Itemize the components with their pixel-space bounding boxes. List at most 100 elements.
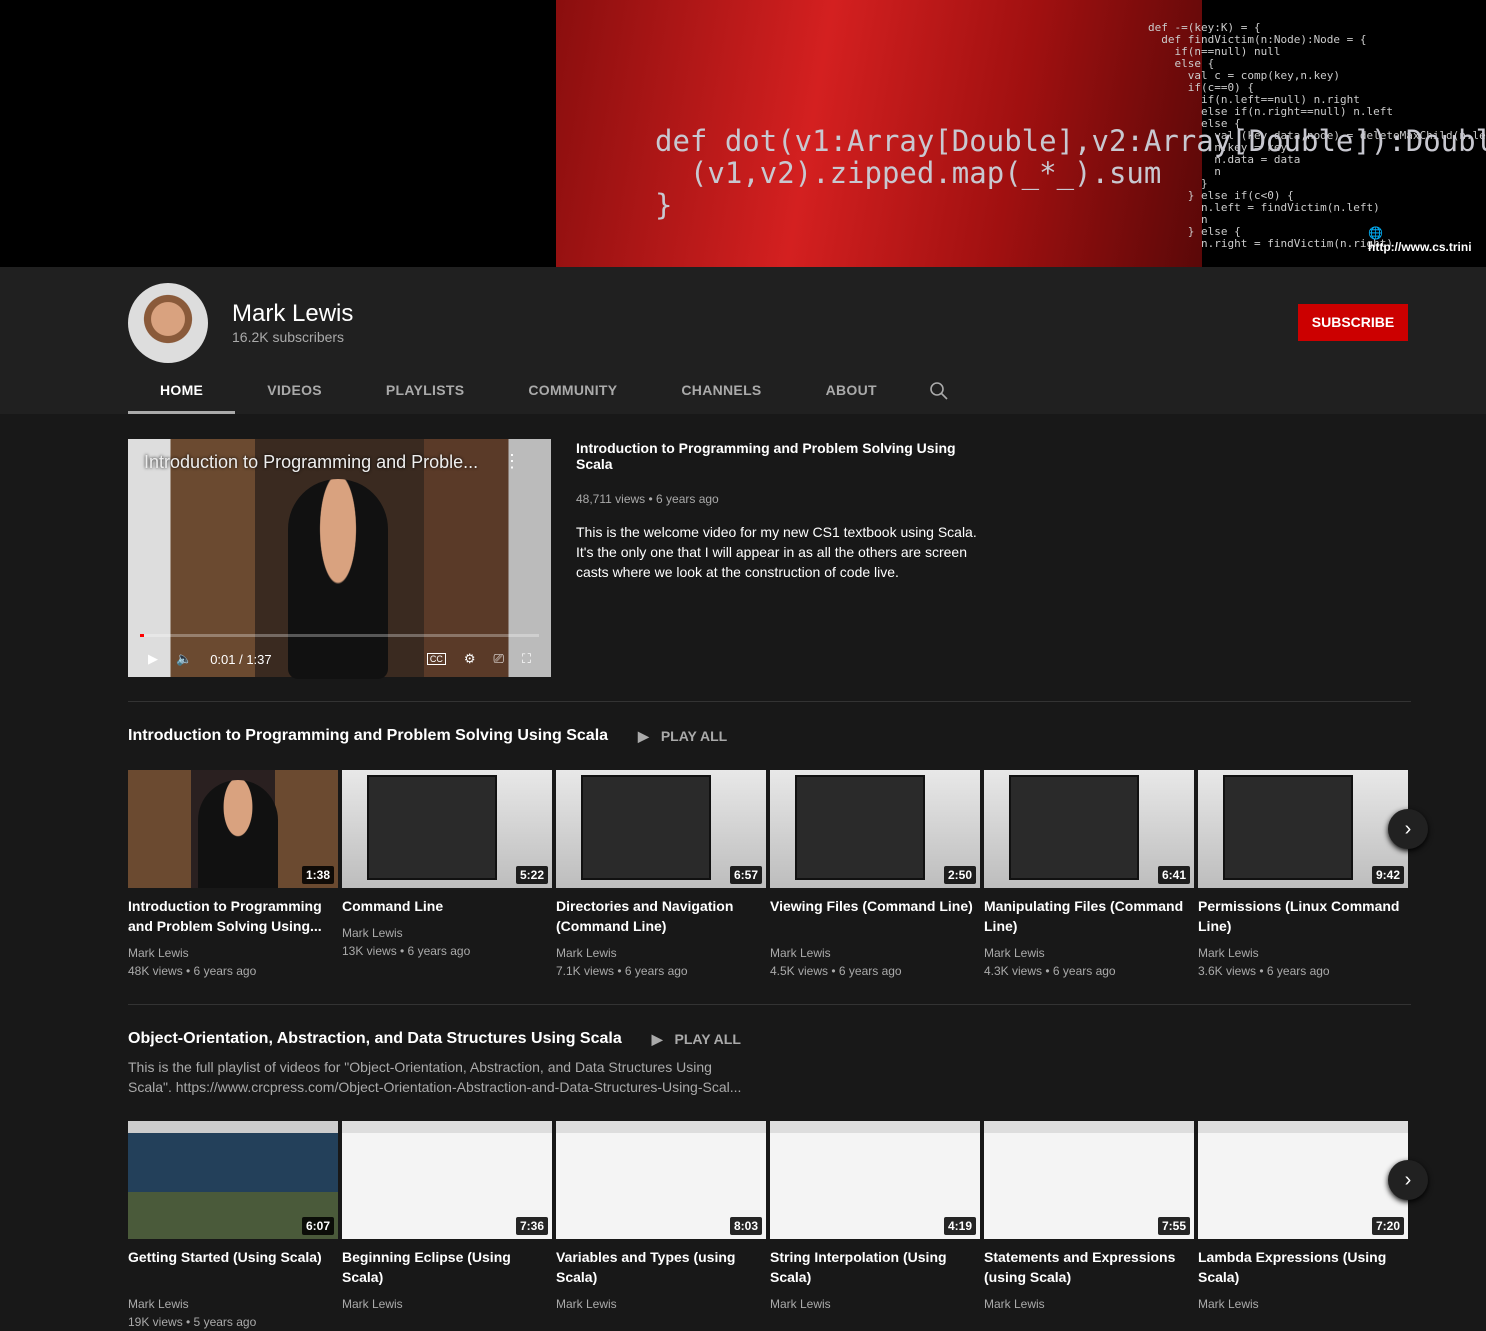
play-icon[interactable]: ▶ — [148, 651, 158, 667]
play-icon: ▶ — [638, 727, 649, 744]
tab-videos[interactable]: VIDEOS — [235, 367, 354, 414]
cast-icon[interactable]: ⎚ — [493, 651, 503, 667]
featured-video-player[interactable]: Introduction to Programming and Proble..… — [128, 439, 551, 679]
video-card[interactable]: 1:38 Introduction to Programming and Pro… — [128, 770, 338, 980]
video-title[interactable]: Directories and Navigation (Command Line… — [556, 896, 766, 936]
channel-name: Mark Lewis — [232, 300, 354, 327]
settings-icon[interactable]: ⚙ — [464, 651, 476, 667]
video-card[interactable]: 2:50 Viewing Files (Command Line) Mark L… — [770, 770, 980, 980]
channel-name[interactable]: Mark Lewis — [556, 944, 766, 962]
play-all-label: PLAY ALL — [674, 1031, 741, 1047]
fullscreen-icon[interactable]: ⛶ — [522, 651, 531, 667]
video-thumbnail[interactable]: 2:50 — [770, 770, 980, 888]
video-title[interactable]: Statements and Expressions (using Scala) — [984, 1247, 1194, 1287]
video-meta: 7.1K views • 6 years ago — [556, 964, 688, 978]
duration-badge: 1:38 — [301, 866, 334, 884]
banner-link-text: http://www.cs.trini — [1368, 240, 1472, 254]
channel-name[interactable]: Mark Lewis — [1198, 944, 1408, 962]
featured-title[interactable]: Introduction to Programming and Problem … — [576, 440, 986, 472]
video-meta: 4.5K views • 6 years ago — [770, 964, 902, 978]
video-card[interactable]: 9:42 Permissions (Linux Command Line) Ma… — [1198, 770, 1408, 980]
duration-badge: 2:50 — [943, 866, 976, 884]
video-thumbnail[interactable]: 7:55 — [984, 1121, 1194, 1239]
more-icon[interactable]: ⋮ — [503, 451, 521, 472]
duration-badge: 5:22 — [515, 866, 548, 884]
video-title[interactable]: Beginning Eclipse (Using Scala) — [342, 1247, 552, 1287]
channel-name[interactable]: Mark Lewis — [1198, 1295, 1408, 1313]
video-card[interactable]: 6:57 Directories and Navigation (Command… — [556, 770, 766, 980]
channel-banner: def -=(key:K) = { def findVictim(n:Node)… — [0, 0, 1486, 267]
channel-name[interactable]: Mark Lewis — [128, 944, 338, 962]
channel-header: Mark Lewis 16.2K subscribers SUBSCRIBE H… — [0, 267, 1486, 414]
video-title[interactable]: Viewing Files (Command Line) — [770, 896, 980, 936]
video-thumbnail[interactable]: 9:42 — [1198, 770, 1408, 888]
divider — [128, 701, 1411, 702]
channel-name[interactable]: Mark Lewis — [342, 1295, 552, 1313]
channel-name[interactable]: Mark Lewis — [128, 1295, 338, 1313]
captions-icon[interactable]: CC — [426, 653, 446, 665]
tab-community[interactable]: COMMUNITY — [496, 367, 649, 414]
tab-channels[interactable]: CHANNELS — [649, 367, 793, 414]
divider — [128, 1004, 1411, 1005]
play-icon: ▶ — [651, 1030, 663, 1047]
search-icon[interactable] — [909, 367, 969, 414]
subscribe-button[interactable]: SUBSCRIBE — [1298, 304, 1408, 341]
video-title[interactable]: Getting Started (Using Scala) — [128, 1247, 338, 1287]
video-card[interactable]: 8:03 Variables and Types (using Scala) M… — [556, 1121, 766, 1331]
featured-info: Introduction to Programming and Problem … — [576, 440, 986, 582]
play-all-label: PLAY ALL — [660, 728, 728, 744]
video-title[interactable]: Variables and Types (using Scala) — [556, 1247, 766, 1287]
video-thumbnail[interactable]: 6:57 — [556, 770, 766, 888]
duration-badge: 7:55 — [1157, 1217, 1190, 1235]
video-meta: 4.3K views • 6 years ago — [984, 964, 1116, 978]
video-title[interactable]: Command Line — [342, 896, 552, 916]
video-thumbnail[interactable]: 7:20 — [1198, 1121, 1408, 1239]
video-thumbnail[interactable]: 4:19 — [770, 1121, 980, 1239]
next-arrow-button[interactable]: › — [1388, 809, 1428, 849]
channel-name[interactable]: Mark Lewis — [770, 1295, 980, 1313]
tab-home[interactable]: HOME — [128, 367, 236, 414]
play-all-button[interactable]: ▶ PLAY ALL — [652, 1031, 741, 1048]
duration-badge: 6:41 — [1157, 866, 1190, 884]
video-card[interactable]: 5:22 Command Line Mark Lewis 13K views •… — [342, 770, 552, 980]
video-card[interactable]: 6:41 Manipulating Files (Command Line) M… — [984, 770, 1194, 980]
video-title[interactable]: Manipulating Files (Command Line) — [984, 896, 1194, 936]
video-title[interactable]: Lambda Expressions (Using Scala) — [1198, 1247, 1408, 1287]
duration-badge: 4:19 — [943, 1217, 976, 1235]
banner-link[interactable]: 🌐 http://www.cs.trini — [1368, 226, 1486, 254]
video-thumbnail[interactable]: 7:36 — [342, 1121, 552, 1239]
player-title[interactable]: Introduction to Programming and Proble..… — [144, 452, 478, 473]
volume-icon[interactable]: 🔈 — [176, 651, 192, 667]
banner-code-big: def dot(v1:Array[Double],v2:Array[Double… — [655, 124, 1486, 222]
featured-meta: 48,711 views • 6 years ago — [576, 492, 719, 506]
shelf-object-orientation: Object-Orientation, Abstraction, and Dat… — [128, 1027, 1428, 1329]
channel-name[interactable]: Mark Lewis — [770, 944, 980, 962]
video-thumbnail[interactable]: 6:41 — [984, 770, 1194, 888]
video-card[interactable]: 7:55 Statements and Expressions (using S… — [984, 1121, 1194, 1331]
video-thumbnail[interactable]: 8:03 — [556, 1121, 766, 1239]
video-card[interactable]: 6:07 Getting Started (Using Scala) Mark … — [128, 1121, 338, 1331]
progress-bar[interactable] — [140, 634, 539, 637]
video-title[interactable]: String Interpolation (Using Scala) — [770, 1247, 980, 1287]
subscriber-count: 16.2K subscribers — [232, 329, 345, 345]
shelf-title[interactable]: Introduction to Programming and Problem … — [128, 727, 608, 745]
tab-about[interactable]: ABOUT — [794, 367, 909, 414]
video-title[interactable]: Permissions (Linux Command Line) — [1198, 896, 1408, 936]
channel-name[interactable]: Mark Lewis — [984, 1295, 1194, 1313]
next-arrow-button[interactable]: › — [1388, 1160, 1428, 1200]
shelf-title[interactable]: Object-Orientation, Abstraction, and Dat… — [128, 1030, 622, 1048]
channel-name[interactable]: Mark Lewis — [556, 1295, 766, 1313]
channel-name[interactable]: Mark Lewis — [342, 924, 552, 942]
video-title[interactable]: Introduction to Programming and Problem … — [128, 896, 338, 936]
tab-playlists[interactable]: PLAYLISTS — [354, 367, 496, 414]
video-thumbnail[interactable]: 5:22 — [342, 770, 552, 888]
duration-badge: 6:07 — [301, 1217, 334, 1235]
video-card[interactable]: 7:36 Beginning Eclipse (Using Scala) Mar… — [342, 1121, 552, 1331]
video-thumbnail[interactable]: 1:38 — [128, 770, 338, 888]
channel-name[interactable]: Mark Lewis — [984, 944, 1194, 962]
video-thumbnail[interactable]: 6:07 — [128, 1121, 338, 1239]
video-card[interactable]: 4:19 String Interpolation (Using Scala) … — [770, 1121, 980, 1331]
play-all-button[interactable]: ▶ PLAY ALL — [638, 728, 727, 745]
video-meta: 19K views • 5 years ago — [128, 1315, 257, 1329]
video-card[interactable]: 7:20 Lambda Expressions (Using Scala) Ma… — [1198, 1121, 1408, 1331]
